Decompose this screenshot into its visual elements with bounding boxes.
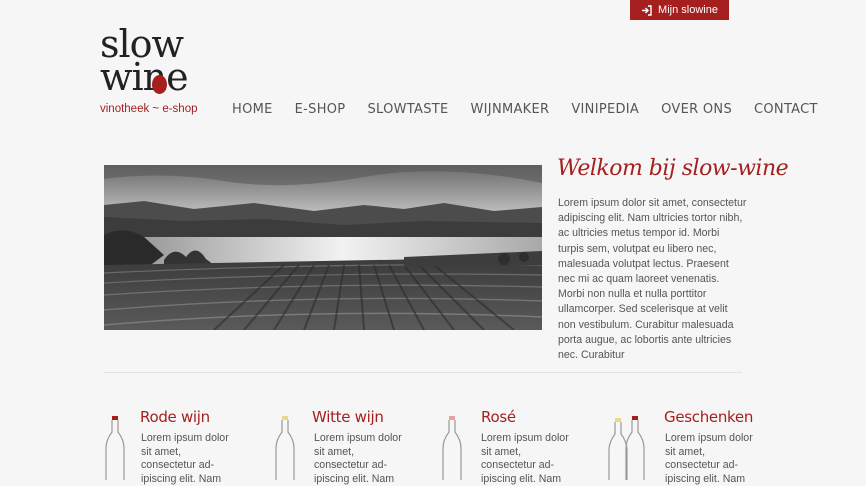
category-title: Geschenken [664, 408, 754, 426]
section-divider [104, 372, 742, 373]
nav-e-shop[interactable]: E-SHOP [295, 102, 346, 117]
nav-vinipedia[interactable]: VINIPEDIA [571, 102, 639, 117]
category-title: Rosé [481, 408, 516, 426]
category-text: Lorem ipsum dolor sit amet, consectetur … [481, 432, 569, 485]
logo[interactable]: slow wine vinotheek ~ e-shop [100, 25, 210, 123]
logo-tagline: vinotheek ~ e-shop [100, 103, 198, 115]
hero-image-vineyard [104, 165, 542, 330]
welcome-body: Lorem ipsum dolor sit amet, consectetur … [558, 197, 747, 362]
sign-in-icon [642, 4, 652, 16]
rose-wine-bottle-icon [442, 416, 462, 480]
logo-line-wine: wine [100, 55, 189, 99]
nav-contact[interactable]: CONTACT [754, 102, 818, 117]
mijn-slowine-label: Mijn slowine [658, 4, 718, 16]
nav-slowtaste[interactable]: SLOWTASTE [367, 102, 448, 117]
category-title: Rode wijn [140, 408, 210, 426]
category-text: Lorem ipsum dolor sit amet, consectetur … [314, 432, 402, 485]
category-text: Lorem ipsum dolor sit amet, consectetur … [141, 432, 229, 485]
logo-wine-drop-icon [152, 75, 167, 94]
gift-bottles-icon [608, 416, 645, 480]
category-title: Witte wijn [312, 408, 384, 426]
white-wine-bottle-icon [275, 416, 295, 480]
main-nav: HOME E-SHOP SLOWTASTE WIJNMAKER VINIPEDI… [232, 102, 840, 117]
welcome-title: Welkom bij slow-wine [557, 156, 789, 181]
logo-wordmark: slow wine [100, 25, 189, 99]
red-wine-bottle-icon [105, 416, 125, 480]
nav-over-ons[interactable]: OVER ONS [661, 102, 732, 117]
nav-wijnmaker[interactable]: WIJNMAKER [471, 102, 550, 117]
mijn-slowine-button[interactable]: Mijn slowine [630, 0, 729, 20]
nav-home[interactable]: HOME [232, 102, 273, 117]
category-text: Lorem ipsum dolor sit amet, consectetur … [665, 432, 753, 485]
